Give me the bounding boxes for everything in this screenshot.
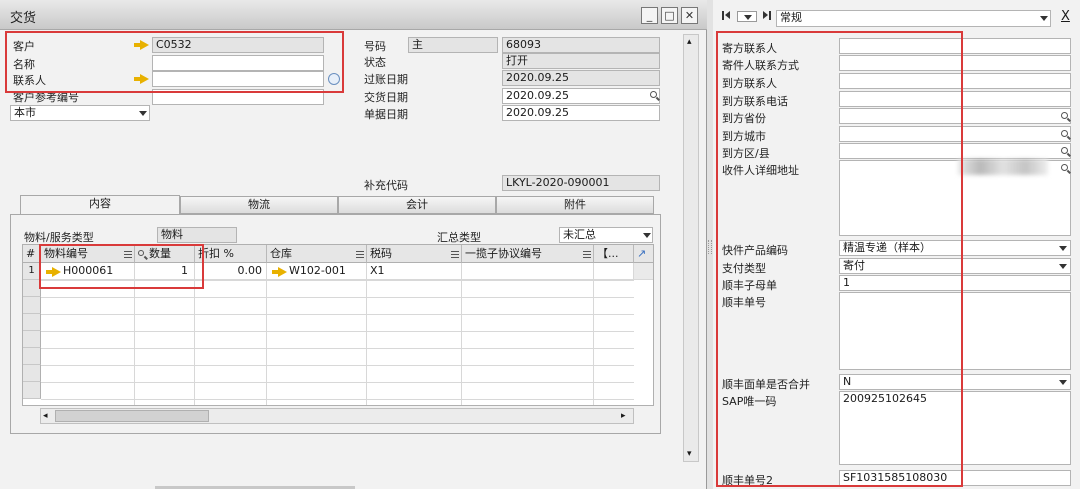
grid-header-blanket-agreement[interactable]: 一揽子协议编号 — [462, 245, 594, 263]
grid-hscroll[interactable]: ◂ ▸ — [40, 408, 634, 424]
minimize-button[interactable]: _ — [641, 7, 658, 24]
empty-grid-rows[interactable] — [41, 280, 634, 405]
first-page-icon[interactable] — [722, 11, 731, 20]
column-menu-icon[interactable] — [356, 251, 364, 258]
number-label: 号码 — [364, 40, 386, 53]
row-header[interactable] — [23, 348, 41, 365]
summary-type-label: 汇总类型 — [437, 231, 481, 244]
number-series-field[interactable]: 主 — [408, 37, 498, 53]
item-type-label: 物料/服务类型 — [24, 231, 94, 244]
row-header[interactable] — [23, 331, 41, 348]
scroll-up-icon[interactable]: ▴ — [687, 37, 692, 47]
row-header[interactable] — [23, 365, 41, 382]
cell-discount[interactable]: 0.00 — [195, 263, 267, 280]
grid-header-warehouse[interactable]: 仓库 — [267, 245, 367, 263]
scroll-down-icon[interactable]: ▾ — [687, 449, 692, 459]
posting-date-field[interactable]: 2020.09.25 — [502, 70, 660, 86]
form-settings-dropdown-icon[interactable] — [1040, 16, 1048, 21]
delivery-date-field[interactable]: 2020.09.25 — [502, 88, 660, 104]
scroll-left-icon[interactable]: ◂ — [43, 410, 53, 422]
currency-select-value: 本市 — [14, 106, 36, 119]
column-menu-icon[interactable] — [583, 251, 591, 258]
close-button[interactable]: ✕ — [681, 7, 698, 24]
cell-tax-code[interactable]: X1 — [367, 263, 462, 280]
redacted-address — [958, 159, 1048, 175]
supplementary-code-field[interactable]: LKYL-2020-090001 — [502, 175, 660, 191]
title-bar: 交货 _ □ ✕ — [0, 0, 707, 30]
splitter-grip[interactable] — [708, 240, 712, 254]
supplementary-code-label: 补充代码 — [364, 179, 408, 192]
search-icon[interactable] — [1061, 130, 1068, 137]
form-settings-select[interactable]: 常规 — [776, 10, 1051, 27]
summary-type-value: 未汇总 — [563, 228, 596, 241]
number-field[interactable]: 68093 — [502, 37, 660, 53]
tab-attachments[interactable]: 附件 — [496, 196, 654, 214]
window-title: 交货 — [10, 11, 37, 26]
item-quantity-highlight-box — [39, 244, 204, 289]
grid-vscroll[interactable] — [634, 263, 653, 280]
scroll-right-icon[interactable]: ▸ — [621, 410, 631, 422]
posting-date-label: 过账日期 — [364, 73, 408, 86]
grid-header-discount[interactable]: 折扣 % — [195, 245, 267, 263]
delivery-date-label: 交货日期 — [364, 91, 408, 104]
delivery-window: 交货 _ □ ✕ 客户 C0532 名称 联系人 客户参考编号 本市 号码 主 … — [0, 0, 707, 489]
status-label: 状态 — [364, 56, 386, 69]
grid-header-tax-code[interactable]: 税码 — [367, 245, 462, 263]
tab-logistics[interactable]: 物流 — [180, 196, 338, 214]
search-icon[interactable] — [1061, 147, 1068, 154]
warehouse-link-arrow-icon[interactable] — [272, 267, 287, 277]
product-code-dropdown-icon[interactable] — [1059, 246, 1067, 251]
tab-content[interactable]: 内容 — [20, 195, 180, 215]
form-vscroll[interactable]: ▴ ▾ — [683, 34, 699, 462]
document-date-field[interactable]: 2020.09.25 — [502, 105, 660, 121]
row-header[interactable] — [23, 314, 41, 331]
expand-columns-icon[interactable]: ↗ — [634, 245, 653, 263]
last-page-icon[interactable] — [762, 11, 771, 20]
status-field[interactable]: 打开 — [502, 53, 660, 69]
payment-type-dropdown-icon[interactable] — [1059, 264, 1067, 269]
currency-dropdown-icon[interactable] — [139, 111, 147, 116]
close-panel-button[interactable]: X — [1061, 9, 1070, 24]
currency-select[interactable]: 本市 — [10, 105, 150, 121]
grid-header-more[interactable]: 【... — [594, 245, 634, 263]
summary-type-select[interactable]: 未汇总 — [559, 227, 653, 243]
column-menu-icon[interactable] — [451, 251, 459, 258]
item-type-field[interactable]: 物料 — [157, 227, 237, 243]
maximize-button[interactable]: □ — [661, 7, 678, 24]
row-header[interactable] — [23, 382, 41, 399]
nav-dropdown[interactable] — [737, 11, 757, 22]
form-settings-value: 常规 — [780, 11, 802, 24]
cell-blanket-agreement[interactable] — [462, 263, 594, 280]
search-icon[interactable] — [1061, 164, 1068, 171]
customer-highlight-box — [5, 31, 344, 93]
document-date-label: 单据日期 — [364, 108, 408, 121]
cell-more[interactable] — [594, 263, 634, 280]
search-icon[interactable] — [1061, 112, 1068, 119]
search-icon[interactable] — [650, 91, 657, 98]
row-header[interactable] — [23, 297, 41, 314]
user-fields-highlight-box — [716, 31, 963, 487]
scroll-thumb[interactable] — [55, 410, 209, 422]
tab-accounting[interactable]: 会计 — [338, 196, 496, 214]
summary-dropdown-icon[interactable] — [643, 233, 651, 238]
merge-waybill-dropdown-icon[interactable] — [1059, 380, 1067, 385]
